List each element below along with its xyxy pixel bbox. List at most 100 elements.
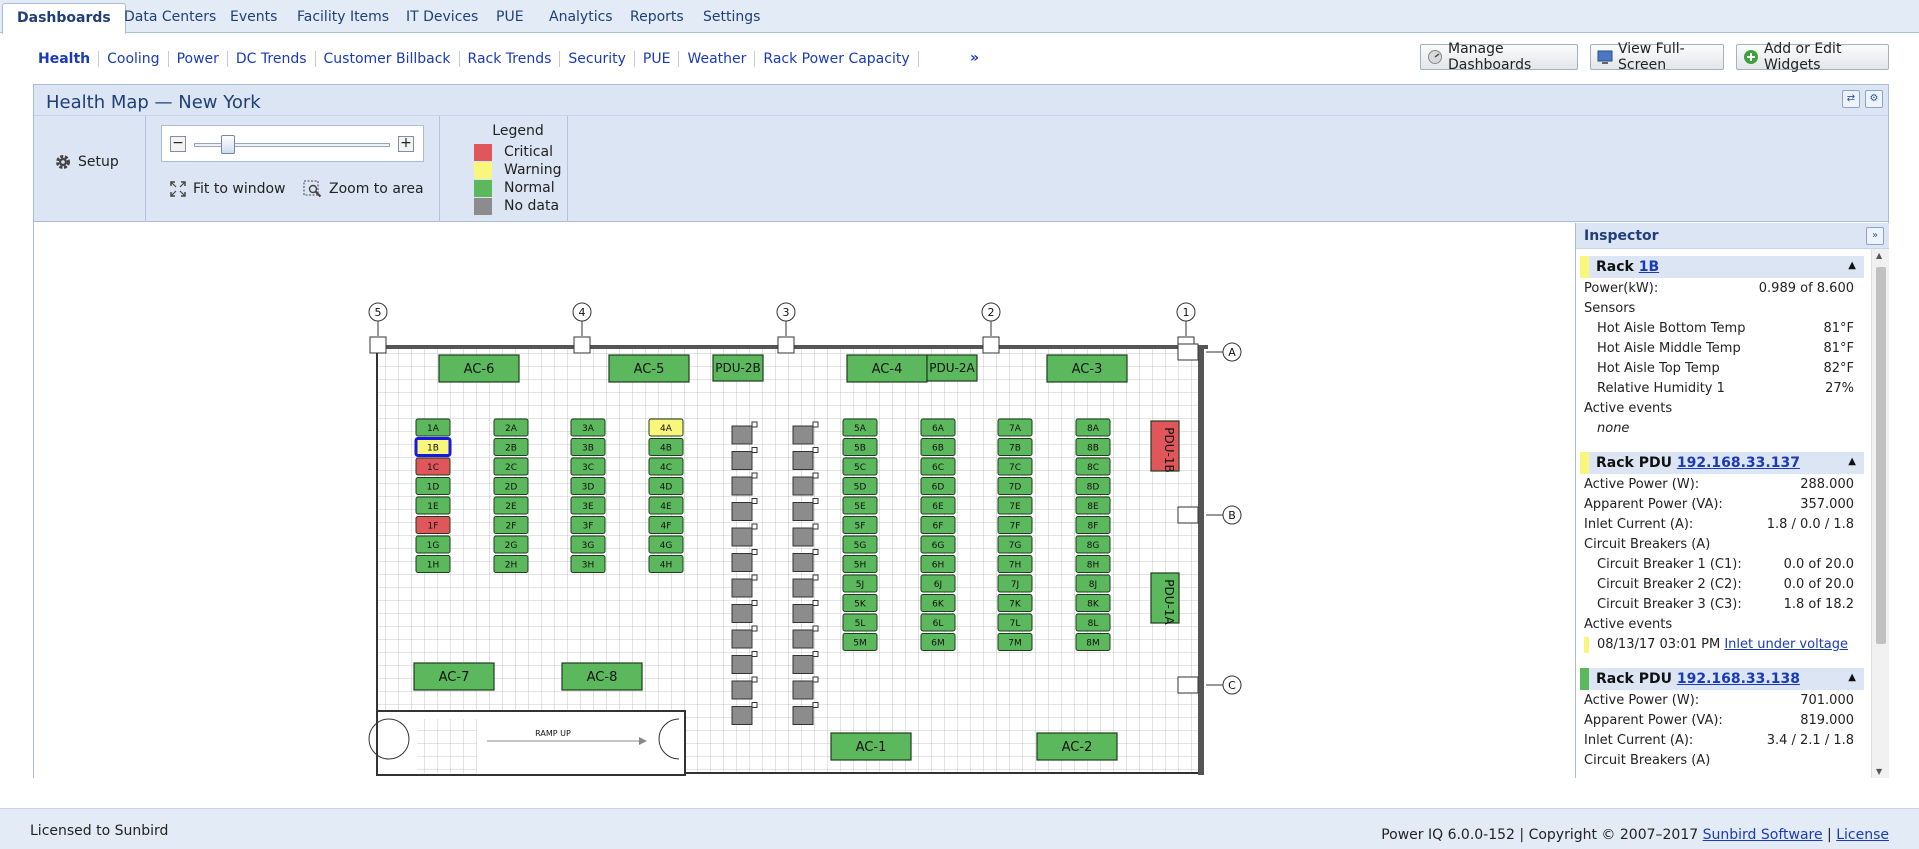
nodata-unit[interactable] <box>731 451 753 470</box>
rack-label: 7H <box>1009 561 1022 571</box>
nodata-unit[interactable] <box>792 527 814 547</box>
nodata-unit[interactable] <box>792 629 814 649</box>
rack-link[interactable]: 1B <box>1639 259 1659 275</box>
refresh-icon[interactable]: ⇄ <box>1842 90 1860 108</box>
nodata-unit[interactable] <box>792 425 814 445</box>
nodata-unit[interactable] <box>731 629 753 649</box>
settings-icon[interactable]: ⚙ <box>1865 90 1883 108</box>
nodata-unit[interactable] <box>792 578 814 598</box>
subnav-rack-power-capacity[interactable]: Rack Power Capacity <box>755 51 919 67</box>
copyright: Power IQ 6.0.0-152 | Copyright © 2007–20… <box>1381 827 1889 843</box>
subnav-health[interactable]: Health <box>30 51 100 67</box>
floor-map[interactable]: 5 4 3 2 1 A B C AC-6 AC-5 AC-4 AC-3 AC-7 AC-8 AC-1 AC-2… <box>34 223 1575 778</box>
nodata-unit[interactable] <box>792 502 814 521</box>
unit-connector <box>751 600 758 606</box>
nodata-unit[interactable] <box>731 604 753 623</box>
rack-label: 5C <box>854 463 866 473</box>
subnav-weather[interactable]: Weather <box>679 51 756 67</box>
event-status-indicator <box>1584 637 1589 653</box>
fit-to-window-button[interactable]: Fit to window <box>169 180 285 198</box>
nodata-unit[interactable] <box>731 425 753 445</box>
unit-connector <box>751 676 758 683</box>
add-edit-widgets-button[interactable]: Add or Edit Widgets <box>1736 41 1889 73</box>
license-link[interactable]: License <box>1836 827 1889 843</box>
subnav-rack-trends[interactable]: Rack Trends <box>460 51 561 67</box>
tab-settings[interactable]: Settings <box>703 9 760 25</box>
scrollbar-thumb[interactable] <box>1876 267 1886 644</box>
pdu-label: PDU-2B <box>715 361 760 375</box>
tab-analytics[interactable]: Analytics <box>549 9 613 25</box>
pdu-ip-link[interactable]: 192.168.33.138 <box>1677 671 1800 687</box>
nodata-unit[interactable] <box>792 553 814 572</box>
manage-dashboards-button[interactable]: Manage Dashboards <box>1420 41 1578 73</box>
nodata-unit[interactable] <box>792 476 814 496</box>
zoom-out-button[interactable]: − <box>170 136 186 152</box>
tab-events[interactable]: Events <box>230 9 277 25</box>
rack-label: 2C <box>505 463 517 473</box>
nodata-unit[interactable] <box>731 527 753 547</box>
pdu-row: Active Power (W): 701.000 <box>1584 693 1854 708</box>
legend-swatch <box>474 143 492 161</box>
nodata-unit[interactable] <box>792 680 814 700</box>
rack-label: 6F <box>933 522 944 532</box>
rack-label: 7J <box>1011 580 1019 590</box>
nodata-unit[interactable] <box>731 706 753 725</box>
tab-facility-items[interactable]: Facility Items <box>297 9 389 25</box>
setup-button[interactable]: Setup <box>54 153 119 171</box>
subnav-more-button[interactable]: » <box>970 50 979 66</box>
tab-it-devices[interactable]: IT Devices <box>406 9 478 25</box>
rack-label: 4E <box>660 502 672 512</box>
inspector-header: Inspector » <box>1576 223 1889 249</box>
nodata-unit[interactable] <box>792 655 814 674</box>
tab-dashboards[interactable]: Dashboards <box>2 3 126 34</box>
collapse-triangle-icon[interactable]: ▲ <box>1848 260 1856 271</box>
event-row: 08/13/17 03:01 PM Inlet under voltage <box>1584 637 1854 655</box>
unit-connector <box>812 447 819 453</box>
nodata-unit[interactable] <box>792 451 814 470</box>
rack-label: 7D <box>1009 483 1022 493</box>
nodata-unit[interactable] <box>731 553 753 572</box>
inspector-scrollbar[interactable]: ▲ ▼ <box>1871 249 1889 778</box>
view-full-screen-button[interactable]: View Full-Screen <box>1590 41 1724 73</box>
rack-label: 5A <box>854 424 867 434</box>
pdu-row: Active Power (W): 288.000 <box>1584 477 1854 492</box>
subnav-cooling[interactable]: Cooling <box>99 51 169 67</box>
scroll-down-icon[interactable]: ▼ <box>1876 767 1882 776</box>
nodata-unit[interactable] <box>731 578 753 598</box>
nodata-unit[interactable] <box>731 476 753 496</box>
floor-plan-svg[interactable]: 5 4 3 2 1ABCAC-6 AC-5 AC-4 AC-3AC-7 AC-8AC-1 AC-2… <box>34 223 1575 778</box>
pdu-section-header[interactable]: Rack PDU 192.168.33.137 ▲ <box>1580 452 1864 474</box>
subnav-dc-trends[interactable]: DC Trends <box>228 51 316 67</box>
zoom-in-button[interactable]: + <box>398 136 414 152</box>
rack-section-header[interactable]: Rack 1B ▲ <box>1580 256 1864 278</box>
pdu-ip-link[interactable]: 192.168.33.137 <box>1677 455 1800 471</box>
unit-connector <box>751 498 758 504</box>
rack-label: 1F <box>428 522 439 532</box>
tab-pue[interactable]: PUE <box>496 9 524 25</box>
nodata-unit[interactable] <box>731 680 753 700</box>
subnav-power[interactable]: Power <box>169 51 228 67</box>
nodata-unit[interactable] <box>792 604 814 623</box>
zoom-to-area-button[interactable]: Zoom to area <box>303 180 424 198</box>
breaker-row: Circuit Breaker 2 (C2): 0.0 of 20.0 <box>1597 577 1854 592</box>
collapse-inspector-icon[interactable]: » <box>1866 227 1884 245</box>
legend-label: No data <box>504 198 560 214</box>
nodata-unit[interactable] <box>731 502 753 521</box>
rack-label: 8E <box>1087 502 1099 512</box>
company-link[interactable]: Sunbird Software <box>1703 827 1823 843</box>
tab-reports[interactable]: Reports <box>630 9 684 25</box>
scroll-up-icon[interactable]: ▲ <box>1876 251 1882 260</box>
pdu-section-header[interactable]: Rack PDU 192.168.33.138 ▲ <box>1580 668 1864 690</box>
subnav-customer-billback[interactable]: Customer Billback <box>316 51 460 67</box>
tab-data-centers[interactable]: Data Centers <box>124 9 216 25</box>
subnav-security[interactable]: Security <box>560 51 635 67</box>
collapse-triangle-icon[interactable]: ▲ <box>1848 672 1856 683</box>
rack-label: 2H <box>505 561 518 571</box>
rack-label: 6J <box>934 580 942 590</box>
event-link[interactable]: Inlet under voltage <box>1724 637 1848 652</box>
nodata-unit[interactable] <box>731 655 753 674</box>
nodata-unit[interactable] <box>792 706 814 725</box>
collapse-triangle-icon[interactable]: ▲ <box>1848 456 1856 467</box>
zoom-slider-handle[interactable] <box>221 135 235 154</box>
subnav-pue[interactable]: PUE <box>635 51 680 67</box>
